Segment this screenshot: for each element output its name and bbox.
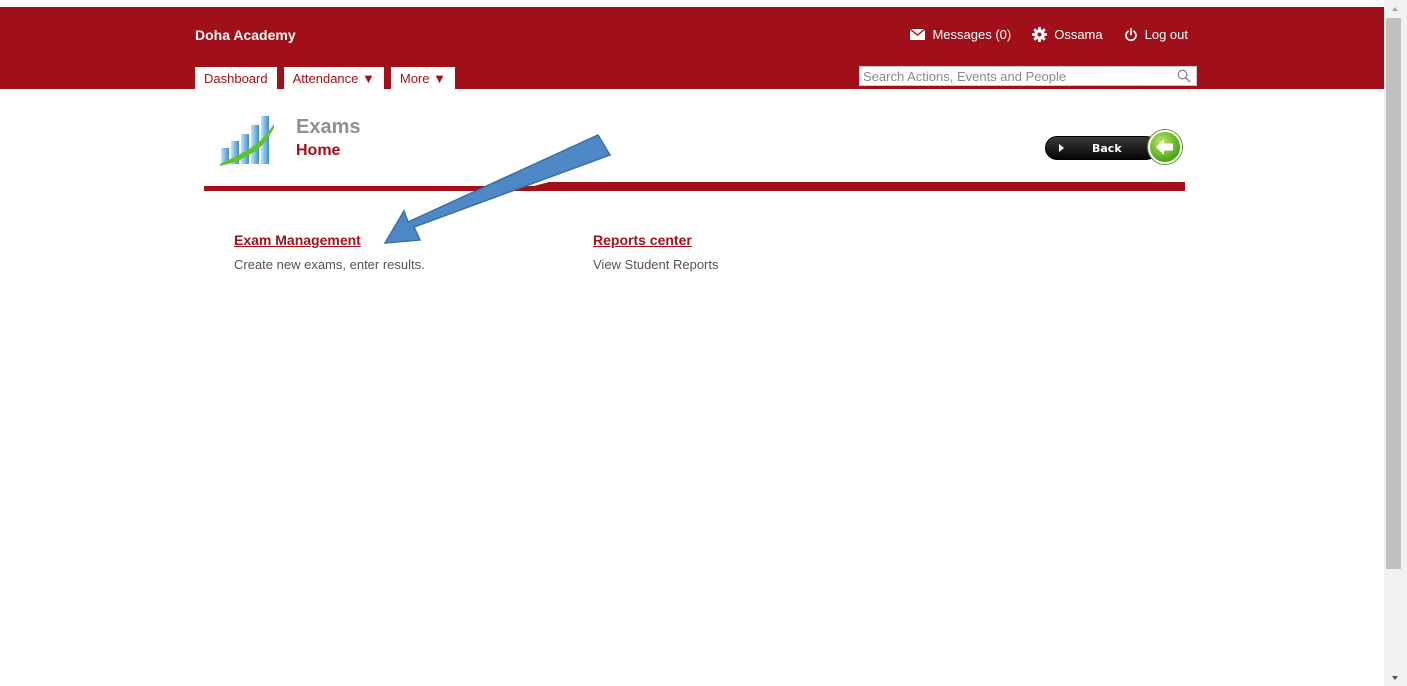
search-icon[interactable]	[1177, 69, 1191, 83]
scrollbar-thumb[interactable]	[1386, 18, 1401, 569]
back-label: Back	[1092, 142, 1122, 155]
play-icon	[1059, 144, 1064, 152]
annotation-arrow	[383, 134, 612, 244]
tab-dashboard[interactable]: Dashboard	[195, 67, 277, 89]
top-header: Doha Academy Messages (0) Ossama Log out…	[0, 7, 1384, 89]
nav-tabs: Dashboard Attendance ▼ More ▼	[195, 67, 462, 89]
page-title: Exams	[296, 116, 361, 138]
tab-attendance[interactable]: Attendance ▼	[283, 67, 384, 89]
logout-label: Log out	[1144, 27, 1188, 42]
user-label: Ossama	[1054, 27, 1103, 42]
exam-management-desc: Create new exams, enter results.	[234, 257, 425, 272]
scroll-down-arrow-icon[interactable]	[1384, 669, 1407, 686]
header-divider	[204, 182, 1185, 191]
envelope-icon	[910, 29, 926, 40]
page-subtitle: Home	[296, 142, 341, 159]
logout-link[interactable]: Log out	[1124, 27, 1188, 42]
scroll-up-arrow-icon[interactable]	[1384, 0, 1407, 17]
search-box	[859, 66, 1197, 86]
exam-management-link[interactable]: Exam Management	[234, 232, 361, 248]
power-icon	[1124, 27, 1137, 41]
search-input[interactable]	[860, 67, 1163, 85]
chart-logo-icon	[220, 116, 274, 166]
reports-center-desc: View Student Reports	[593, 257, 719, 272]
user-link[interactable]: Ossama	[1032, 27, 1103, 42]
vertical-scrollbar[interactable]	[1384, 0, 1407, 686]
reports-center-link[interactable]: Reports center	[593, 232, 692, 248]
top-links: Messages (0) Ossama Log out	[889, 27, 1188, 42]
brand-name: Doha Academy	[195, 27, 296, 43]
messages-link[interactable]: Messages (0)	[910, 27, 1011, 42]
back-button[interactable]: Back	[1045, 136, 1158, 160]
back-arrow-icon[interactable]	[1148, 130, 1182, 164]
messages-label: Messages (0)	[932, 27, 1012, 42]
tab-more[interactable]: More ▼	[390, 67, 455, 89]
gear-icon	[1032, 27, 1048, 42]
